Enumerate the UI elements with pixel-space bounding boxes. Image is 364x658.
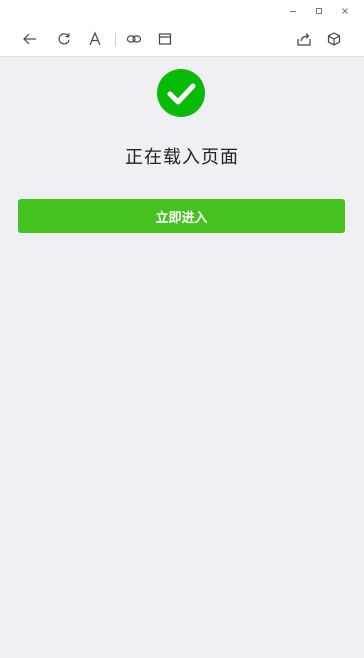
success-check-icon <box>157 69 205 117</box>
enter-now-button[interactable]: 立即进入 <box>18 199 345 233</box>
refresh-icon <box>58 33 70 45</box>
window-controls <box>280 2 358 20</box>
browser-toolbar <box>0 22 364 57</box>
font-size-icon <box>89 31 101 46</box>
loading-status-text: 正在载入页面 <box>125 147 239 168</box>
back-button[interactable] <box>18 27 42 51</box>
window-icon <box>158 33 172 45</box>
back-arrow-icon <box>23 33 36 45</box>
minimize-icon <box>290 11 296 12</box>
mini-program-button[interactable] <box>322 27 346 51</box>
copy-link-button[interactable] <box>122 27 146 51</box>
link-icon <box>126 35 142 43</box>
minimize-button[interactable] <box>280 2 306 20</box>
title-bar <box>0 0 364 22</box>
cube-icon <box>327 32 341 46</box>
refresh-button[interactable] <box>52 27 76 51</box>
font-size-button[interactable] <box>83 27 107 51</box>
app-mark <box>0 0 44 6</box>
close-button[interactable] <box>332 2 358 20</box>
share-button[interactable] <box>292 27 316 51</box>
maximize-button[interactable] <box>306 2 332 20</box>
page-content: 正在载入页面 立即进入 <box>0 57 364 658</box>
share-icon <box>297 33 311 46</box>
maximize-icon <box>316 8 322 14</box>
close-icon <box>342 8 348 14</box>
open-window-button[interactable] <box>153 27 177 51</box>
toolbar-divider <box>115 33 116 46</box>
